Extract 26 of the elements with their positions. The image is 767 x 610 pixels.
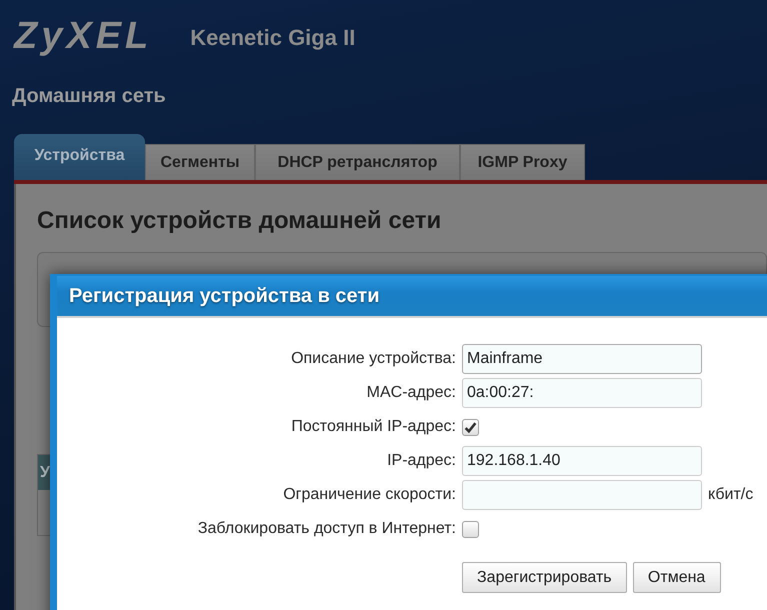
check-icon bbox=[464, 420, 477, 434]
tab[interactable]: Сегменты bbox=[145, 144, 255, 180]
field-label: Заблокировать доступ в Интернет: bbox=[198, 519, 456, 539]
cancel-button[interactable]: Отмена bbox=[632, 562, 721, 593]
checkbox[interactable] bbox=[462, 520, 479, 538]
text-field[interactable]: 0a:00:27: bbox=[462, 378, 702, 408]
brand-logo: ZyXEL bbox=[14, 16, 152, 56]
field-label: Описание устройства: bbox=[291, 349, 456, 369]
tab[interactable]: DHCP ретранслятор bbox=[255, 144, 460, 180]
tab[interactable]: IGMP Proxy bbox=[460, 144, 585, 180]
register-button[interactable]: Зарегистрировать bbox=[462, 562, 627, 593]
field-label: MAC-адрес: bbox=[366, 383, 456, 403]
page-title: Домашняя сеть bbox=[12, 85, 166, 107]
field-label: Постоянный IP-адрес: bbox=[291, 417, 456, 437]
text-field[interactable]: Mainframe bbox=[462, 344, 702, 374]
model-name: Keenetic Giga II bbox=[190, 25, 356, 51]
tab[interactable]: Устройства bbox=[14, 134, 145, 180]
text-field[interactable]: 192.168.1.40 bbox=[462, 446, 702, 476]
unit-label: кбит/с bbox=[708, 485, 754, 505]
column-header: У bbox=[40, 462, 50, 482]
field-label: IP-адрес: bbox=[387, 451, 456, 471]
dialog-title: Регистрация устройства в сети bbox=[69, 284, 380, 309]
text-field[interactable] bbox=[462, 480, 702, 510]
section-title: Список устройств домашней сети bbox=[37, 206, 442, 236]
field-label: Ограничение скорости: bbox=[283, 485, 456, 505]
checkbox[interactable] bbox=[462, 418, 479, 436]
